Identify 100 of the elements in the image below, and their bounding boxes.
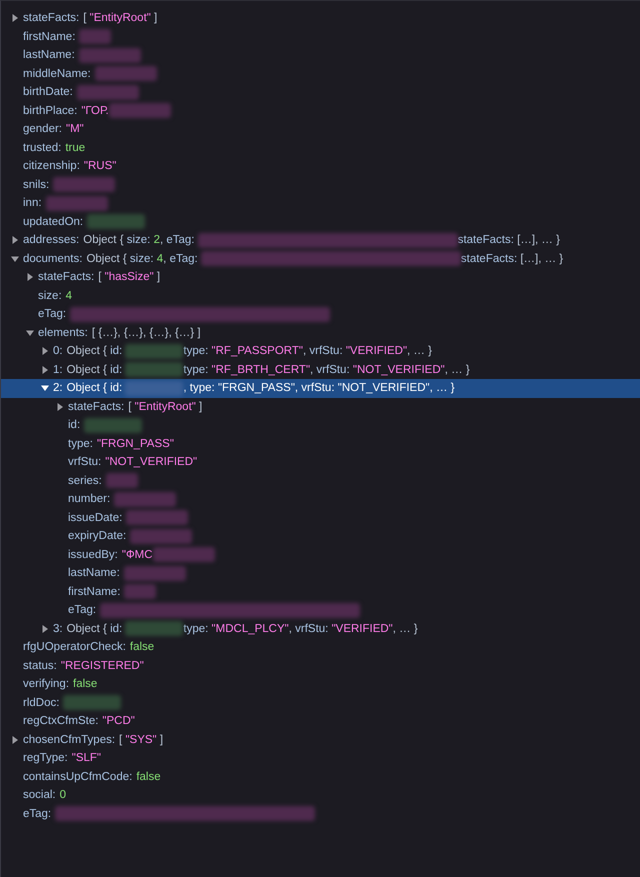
string-value: "VERIFIED" — [346, 345, 408, 358]
preview-text: [ — [128, 400, 132, 413]
number-value: 4 — [66, 290, 72, 302]
property-key: verifying: — [23, 678, 70, 690]
number-value: false — [73, 678, 98, 690]
preview-text: , — [163, 252, 168, 265]
redacted-value — [106, 473, 138, 488]
disclosure-triangle-icon[interactable] — [26, 273, 34, 282]
preview-text: Object { — [83, 234, 125, 246]
preview-text: Object { — [66, 382, 108, 394]
preview-text: , … } — [444, 364, 470, 376]
property-key: stateFacts: — [38, 271, 94, 284]
preview-key: vrfStu: — [295, 622, 332, 635]
number-value: true — [65, 142, 86, 154]
property-key: stateFacts: — [68, 400, 124, 413]
property-key: addresses: — [23, 234, 80, 246]
disclosure-triangle-icon[interactable] — [56, 402, 64, 411]
property-key: number: — [68, 493, 110, 506]
preview-text: , — [288, 622, 293, 635]
property-key: id: — [68, 419, 80, 432]
preview-text: , — [303, 345, 308, 358]
property-key: stateFacts: — [23, 12, 80, 24]
preview-key: stateFacts: — [460, 252, 520, 265]
preview-key: stateFacts: — [458, 234, 518, 246]
preview-key: type: — [183, 364, 212, 376]
preview-text: , … } — [407, 345, 432, 358]
preview-text: Object { — [66, 622, 108, 635]
redacted-value — [125, 621, 184, 636]
string-value: "FRGN_PASS" — [218, 382, 295, 394]
string-value: "EntityRoot" — [134, 400, 196, 413]
string-value: "NOT_VERIFIED" — [338, 382, 430, 394]
property-key: eTag: — [68, 604, 96, 616]
string-value: "RUS" — [84, 160, 116, 172]
string-value: "SLF" — [72, 752, 102, 764]
disclosure-triangle-icon[interactable] — [41, 384, 49, 392]
preview-text: , — [310, 364, 314, 376]
preview-text: ] — [156, 271, 160, 284]
string-value: "SYS" — [125, 734, 157, 746]
preview-text: […], … } — [520, 252, 564, 265]
preview-key: id: — [110, 345, 126, 358]
selected-row[interactable]: 2: Object { id: , type: "FRGN_PASS", vrfStu: "NOT_VERIFIED", … } — [1, 379, 640, 398]
property-key: documents: — [23, 252, 82, 265]
property-key: citizenship: — [23, 160, 80, 172]
disclosure-triangle-icon[interactable] — [26, 328, 34, 337]
redacted-value — [94, 66, 157, 82]
number-value: 2 — [154, 234, 160, 246]
property-key: updatedOn: — [23, 216, 84, 228]
redacted-value — [125, 344, 184, 359]
string-value: "M" — [66, 123, 84, 136]
redacted-value — [130, 528, 192, 544]
string-value: "ФМС — [122, 548, 153, 561]
disclosure-triangle-icon[interactable] — [11, 14, 19, 22]
preview-key: vrfStu: — [316, 364, 353, 376]
preview-key: eTag: — [166, 234, 198, 246]
preview-text: [ {…}, {…}, {…}, {…} ] — [92, 326, 201, 339]
preview-key: vrfStu: — [309, 345, 346, 358]
string-value: "EntityRoot" — [90, 12, 151, 24]
redacted-value — [63, 695, 122, 710]
property-key: issueDate: — [68, 512, 122, 524]
redacted-value — [124, 584, 156, 600]
redacted-value — [46, 196, 108, 211]
property-key: expiryDate: — [68, 530, 126, 542]
string-value: "NOT_VERIFIED" — [105, 456, 198, 468]
preview-text: [ — [83, 12, 88, 24]
property-key: regType: — [23, 752, 68, 764]
property-key: eTag: — [38, 308, 66, 320]
redacted-value — [53, 177, 116, 192]
preview-text: [ — [119, 734, 124, 746]
property-key: rfgUOperatorCheck: — [23, 641, 126, 654]
disclosure-triangle-icon[interactable] — [41, 347, 49, 356]
disclosure-triangle-icon[interactable] — [11, 254, 19, 263]
disclosure-triangle-icon[interactable] — [41, 624, 49, 633]
property-key: regCtxCfmSte: — [23, 715, 98, 728]
preview-text: Object { — [66, 364, 108, 376]
property-key: rldDoc: — [23, 696, 60, 709]
redacted-value — [79, 29, 112, 44]
redacted-value — [78, 48, 141, 63]
property-key: series: — [68, 474, 102, 487]
property-key: birthPlace: — [23, 104, 78, 117]
string-value: "NOT_VERIFIED" — [352, 364, 445, 376]
property-key: eTag: — [23, 808, 52, 820]
preview-text: Object { — [86, 252, 128, 265]
preview-text: , … } — [430, 382, 455, 394]
disclosure-triangle-icon[interactable] — [11, 736, 19, 744]
property-key: inn: — [23, 197, 42, 210]
preview-text: ] — [198, 400, 202, 413]
preview-key: size: — [130, 252, 157, 265]
disclosure-triangle-icon[interactable] — [11, 236, 19, 244]
preview-key: id: — [110, 382, 126, 394]
property-key: vrfStu: — [68, 456, 102, 468]
redacted-value — [76, 84, 139, 100]
disclosure-triangle-icon[interactable] — [41, 366, 49, 374]
property-key: containsUpCfmCode: — [23, 770, 132, 783]
number-value: false — [136, 770, 161, 783]
property-key: status: — [23, 660, 57, 672]
property-key: social: — [23, 789, 56, 802]
string-value: "RF_BRTH_CERT" — [212, 364, 310, 376]
preview-text: [ — [98, 271, 102, 284]
redacted-value — [84, 418, 142, 433]
property-key: 2: — [53, 382, 63, 394]
